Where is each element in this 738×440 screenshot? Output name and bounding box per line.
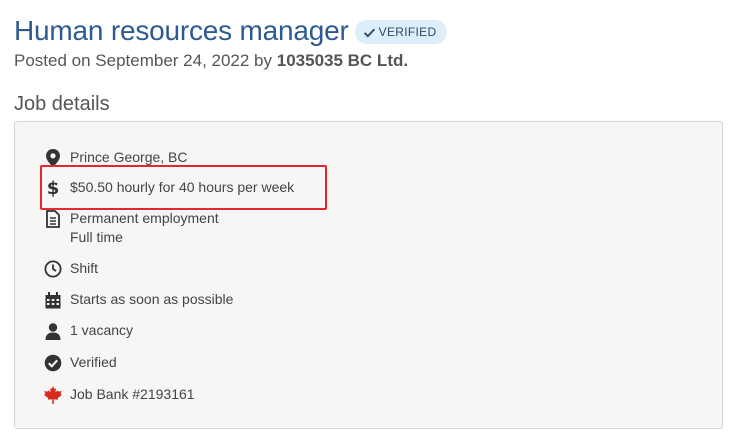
verified-badge: VERIFIED <box>354 20 448 44</box>
posted-date: Posted on September 24, 2022 by <box>14 51 273 70</box>
maple-leaf-icon <box>43 385 63 405</box>
verified-text: Verified <box>70 354 117 370</box>
employment-type: Permanent employment <box>70 210 219 226</box>
checkmark-icon <box>363 28 375 38</box>
employer-name[interactable]: 1035035 BC Ltd. <box>277 51 408 70</box>
job-bank-number: Job Bank #2193161 <box>70 386 195 402</box>
document-icon <box>43 209 63 229</box>
vacancy-text: 1 vacancy <box>70 322 134 338</box>
calendar-icon <box>43 290 63 310</box>
salary-highlight-box <box>40 165 327 210</box>
page-title: Human resources manager <box>14 15 349 46</box>
posted-info: Posted on September 24, 2022 by 1035035 … <box>14 50 408 72</box>
start-text: Starts as soon as possible <box>70 291 234 307</box>
verified-badge-label: VERIFIED <box>378 25 437 39</box>
check-circle-icon <box>43 353 63 373</box>
employment-schedule: Full time <box>70 229 123 245</box>
person-icon <box>43 321 63 341</box>
clock-icon <box>43 259 63 279</box>
title-row: Human resources manager VERIFIED <box>14 12 448 50</box>
job-details-heading: Job details <box>14 93 110 115</box>
employment-text: Permanent employment Full time <box>70 209 219 247</box>
shift-text: Shift <box>70 260 99 276</box>
